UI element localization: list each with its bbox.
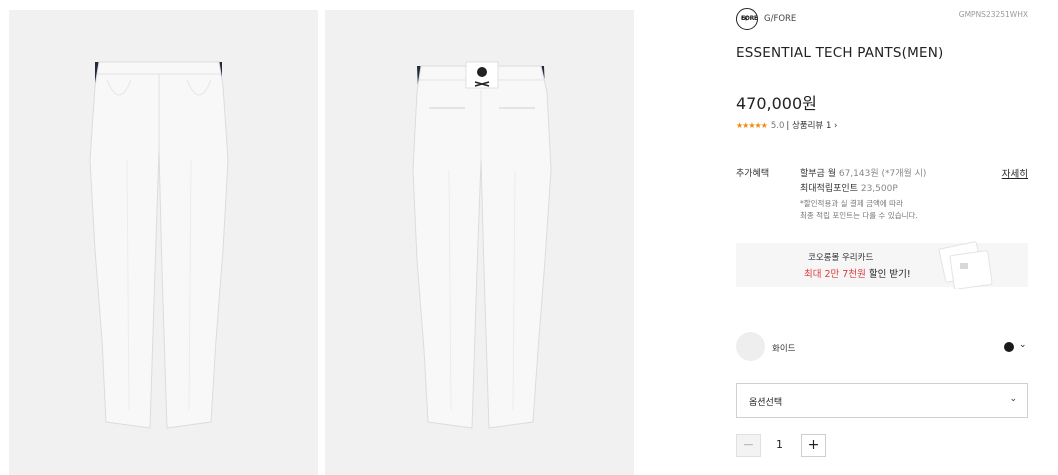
brand-logo-text-bottom: FORE [741, 15, 758, 22]
color-swatch-black[interactable] [1004, 342, 1014, 352]
option-select-label: 옵션선택 [749, 398, 783, 408]
installment-label: 할부금 월 [800, 169, 836, 179]
points-notice-line2: 최종 적립 포인트는 다를 수 있습니다. [800, 211, 918, 220]
installment-value: 67,143원 (*7개월 시) [838, 169, 927, 179]
quantity-decrease-button[interactable]: − [736, 434, 761, 457]
pants-back-illustration [412, 61, 552, 429]
points-notice: *할인적용과 실 결제 금액에 따라 최종 적립 포인트는 다를 수 있습니다. [800, 198, 918, 222]
brand-row: G/FORE G/FORE GMPNS23251WHX [736, 8, 1028, 32]
brand-name[interactable]: G/FORE [764, 14, 796, 24]
quantity-value[interactable]: 1 [776, 438, 783, 451]
star-rating-icon: ★★★★★ [736, 121, 768, 130]
product-price: 470,000원 [736, 94, 817, 113]
benefit-label: 추가혜택 [736, 169, 770, 179]
points-notice-line1: *할인적용과 실 결제 금액에 따라 [800, 199, 903, 208]
review-link[interactable]: | 상품리뷰 1 › [786, 121, 837, 131]
card-banner-title: 코오롱몰 우리카드 [808, 253, 874, 263]
points-label: 최대적립포인트 [800, 184, 858, 194]
product-image-back[interactable] [325, 10, 634, 475]
color-swatch-white[interactable] [736, 332, 765, 361]
selected-color-name: 화이드 [772, 344, 796, 354]
installment-info: 할부금 월 67,143원 (*7개월 시) [800, 166, 926, 179]
benefit-detail-link[interactable]: 자세히 [1002, 166, 1028, 180]
card-promo-banner[interactable]: 코오롱몰 우리카드 최대 2만 7천원 할인 받기! [736, 241, 1028, 289]
card-banner-promo: 최대 2만 7천원 할인 받기! [804, 266, 911, 280]
brand-logo[interactable]: G/FORE [736, 8, 758, 30]
chevron-down-icon: ⌄ [1009, 394, 1017, 404]
quantity-increase-button[interactable]: + [801, 434, 826, 457]
review-summary: ★★★★★ 5.0 | 상품리뷰 1 › [736, 119, 837, 131]
pants-front-illustration [89, 61, 229, 429]
credit-card-icon [938, 241, 993, 289]
product-title: ESSENTIAL TECH PANTS(MEN) [736, 45, 944, 61]
rating-value: 5.0 [770, 121, 785, 131]
product-image-front[interactable] [9, 10, 318, 475]
points-value: 23,500P [860, 184, 898, 194]
card-promo-rest: 할인 받기! [865, 269, 911, 280]
card-promo-accent: 최대 2만 7천원 [804, 269, 866, 280]
product-code: GMPNS23251WHX [958, 10, 1028, 19]
option-select[interactable]: 옵션선택 ⌄ [736, 383, 1028, 418]
chevron-down-icon[interactable]: ⌄ [1019, 340, 1027, 350]
points-info: 최대적립포인트 23,500P [800, 181, 898, 194]
